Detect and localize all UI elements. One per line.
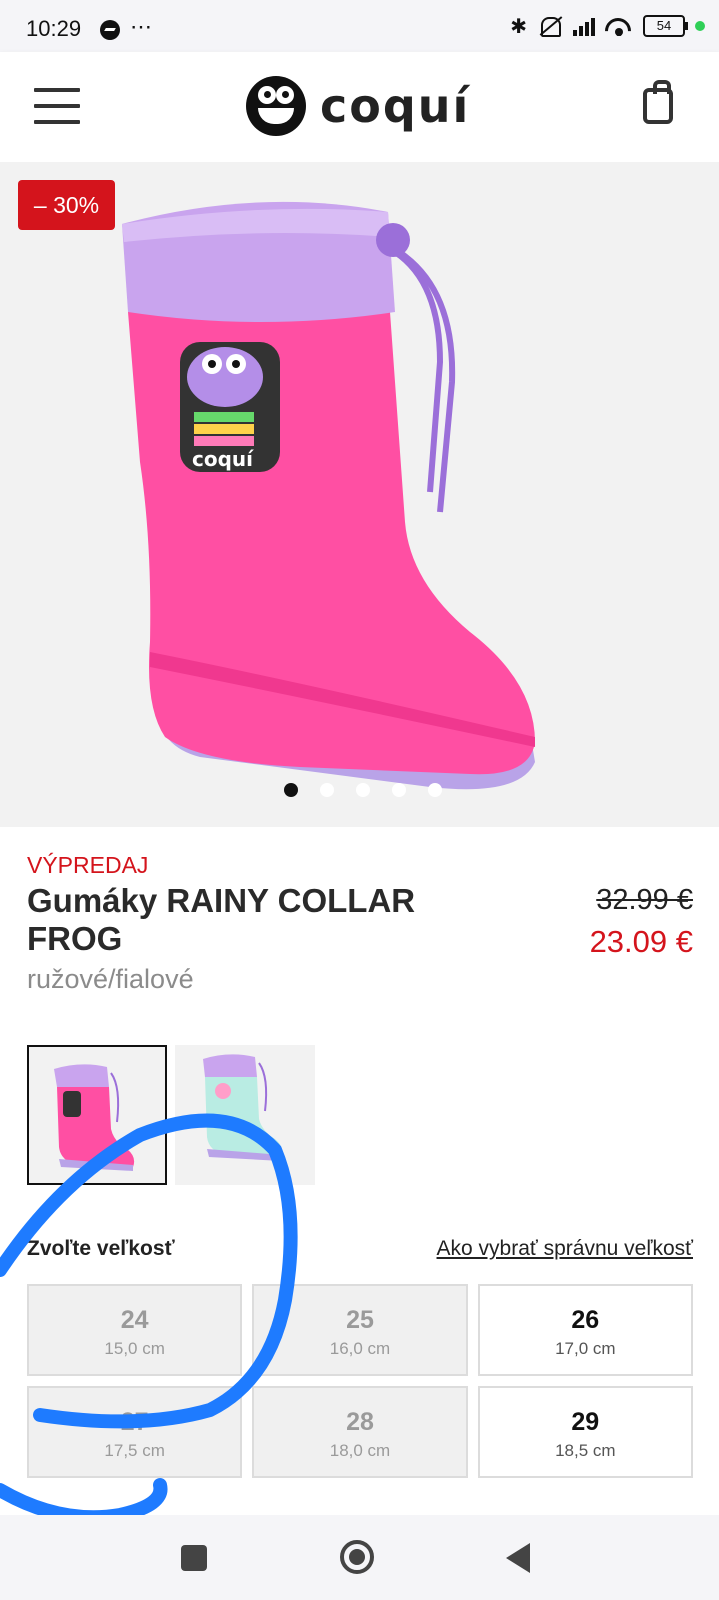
logo-text: coquí bbox=[320, 79, 471, 133]
size-option-25[interactable]: 25 16,0 cm bbox=[252, 1284, 468, 1376]
app-header: coquí bbox=[0, 52, 719, 162]
size-grid: 24 15,0 cm 25 16,0 cm 26 17,0 cm 27 17,5… bbox=[27, 1284, 693, 1478]
frog-logo-icon bbox=[246, 76, 306, 136]
size-length: 15,0 cm bbox=[104, 1339, 165, 1358]
size-option-26[interactable]: 26 17,0 cm bbox=[477, 1284, 693, 1376]
menu-icon[interactable] bbox=[34, 88, 80, 128]
size-guide-link[interactable]: Ako vybrať správnu veľkosť bbox=[437, 1237, 693, 1261]
sale-price: 23.09 € bbox=[589, 924, 693, 959]
size-number: 28 bbox=[346, 1408, 374, 1436]
status-icons: ✱ 54 bbox=[510, 12, 705, 40]
variant-mint-image bbox=[203, 1054, 283, 1161]
mute-icon bbox=[537, 15, 563, 37]
product-image-carousel[interactable]: coquí – 30% bbox=[0, 162, 719, 827]
variant-thumbnail-pink[interactable] bbox=[27, 1045, 167, 1185]
system-nav-bar bbox=[0, 1515, 719, 1600]
size-length: 17,0 cm bbox=[555, 1339, 616, 1358]
carousel-dot[interactable] bbox=[391, 783, 406, 797]
bluetooth-icon: ✱ bbox=[510, 15, 527, 38]
back-icon[interactable] bbox=[506, 1543, 530, 1573]
signal-icon bbox=[573, 16, 595, 36]
size-option-24[interactable]: 24 15,0 cm bbox=[27, 1284, 243, 1376]
size-option-28[interactable]: 28 18,0 cm bbox=[252, 1386, 468, 1478]
size-number: 26 bbox=[571, 1306, 600, 1334]
carousel-dot[interactable] bbox=[319, 783, 334, 797]
size-option-27[interactable]: 27 17,5 cm bbox=[27, 1386, 243, 1478]
privacy-indicator-icon bbox=[695, 21, 705, 31]
carousel-dot[interactable] bbox=[283, 783, 298, 797]
old-price: 32.99 € bbox=[596, 884, 693, 916]
carousel-dot[interactable] bbox=[355, 783, 370, 797]
variant-pink-image bbox=[54, 1064, 135, 1171]
discount-badge: – 30% bbox=[18, 180, 115, 230]
battery-icon: 54 bbox=[643, 15, 688, 37]
recents-icon[interactable] bbox=[181, 1545, 207, 1571]
status-time: 10:29 bbox=[26, 16, 82, 41]
size-number: 27 bbox=[120, 1408, 149, 1436]
size-option-29[interactable]: 29 18,5 cm bbox=[477, 1386, 693, 1478]
shopping-bag-icon[interactable] bbox=[643, 80, 673, 124]
size-selector-label: Zvoľte veľkosť bbox=[27, 1237, 175, 1260]
carousel-dot[interactable] bbox=[427, 783, 442, 797]
product-image: coquí bbox=[122, 201, 535, 790]
logo[interactable]: coquí bbox=[246, 74, 470, 138]
size-length: 17,5 cm bbox=[104, 1441, 165, 1460]
size-number: 24 bbox=[120, 1306, 149, 1334]
size-length: 18,0 cm bbox=[329, 1441, 391, 1460]
carousel-dots[interactable] bbox=[0, 783, 719, 797]
more-notifications-icon: ⋯ bbox=[130, 14, 153, 39]
size-number: 29 bbox=[571, 1408, 600, 1436]
size-length: 16,0 cm bbox=[329, 1339, 391, 1358]
size-number: 25 bbox=[346, 1306, 374, 1334]
wifi-icon bbox=[605, 16, 633, 36]
home-icon[interactable] bbox=[340, 1540, 374, 1574]
svg-text:coquí: coquí bbox=[192, 447, 254, 471]
status-bar: 10:29 ⋯ ✱ 54 bbox=[0, 0, 719, 52]
messenger-icon bbox=[100, 20, 120, 40]
variant-thumbnail-mint[interactable] bbox=[175, 1045, 315, 1185]
product-color: ružové/fialové bbox=[27, 964, 194, 994]
product-title: Gumáky RAINY COLLAR FROG bbox=[27, 882, 416, 957]
size-length: 18,5 cm bbox=[555, 1441, 616, 1460]
product-category: VÝPREDAJ bbox=[27, 852, 149, 878]
